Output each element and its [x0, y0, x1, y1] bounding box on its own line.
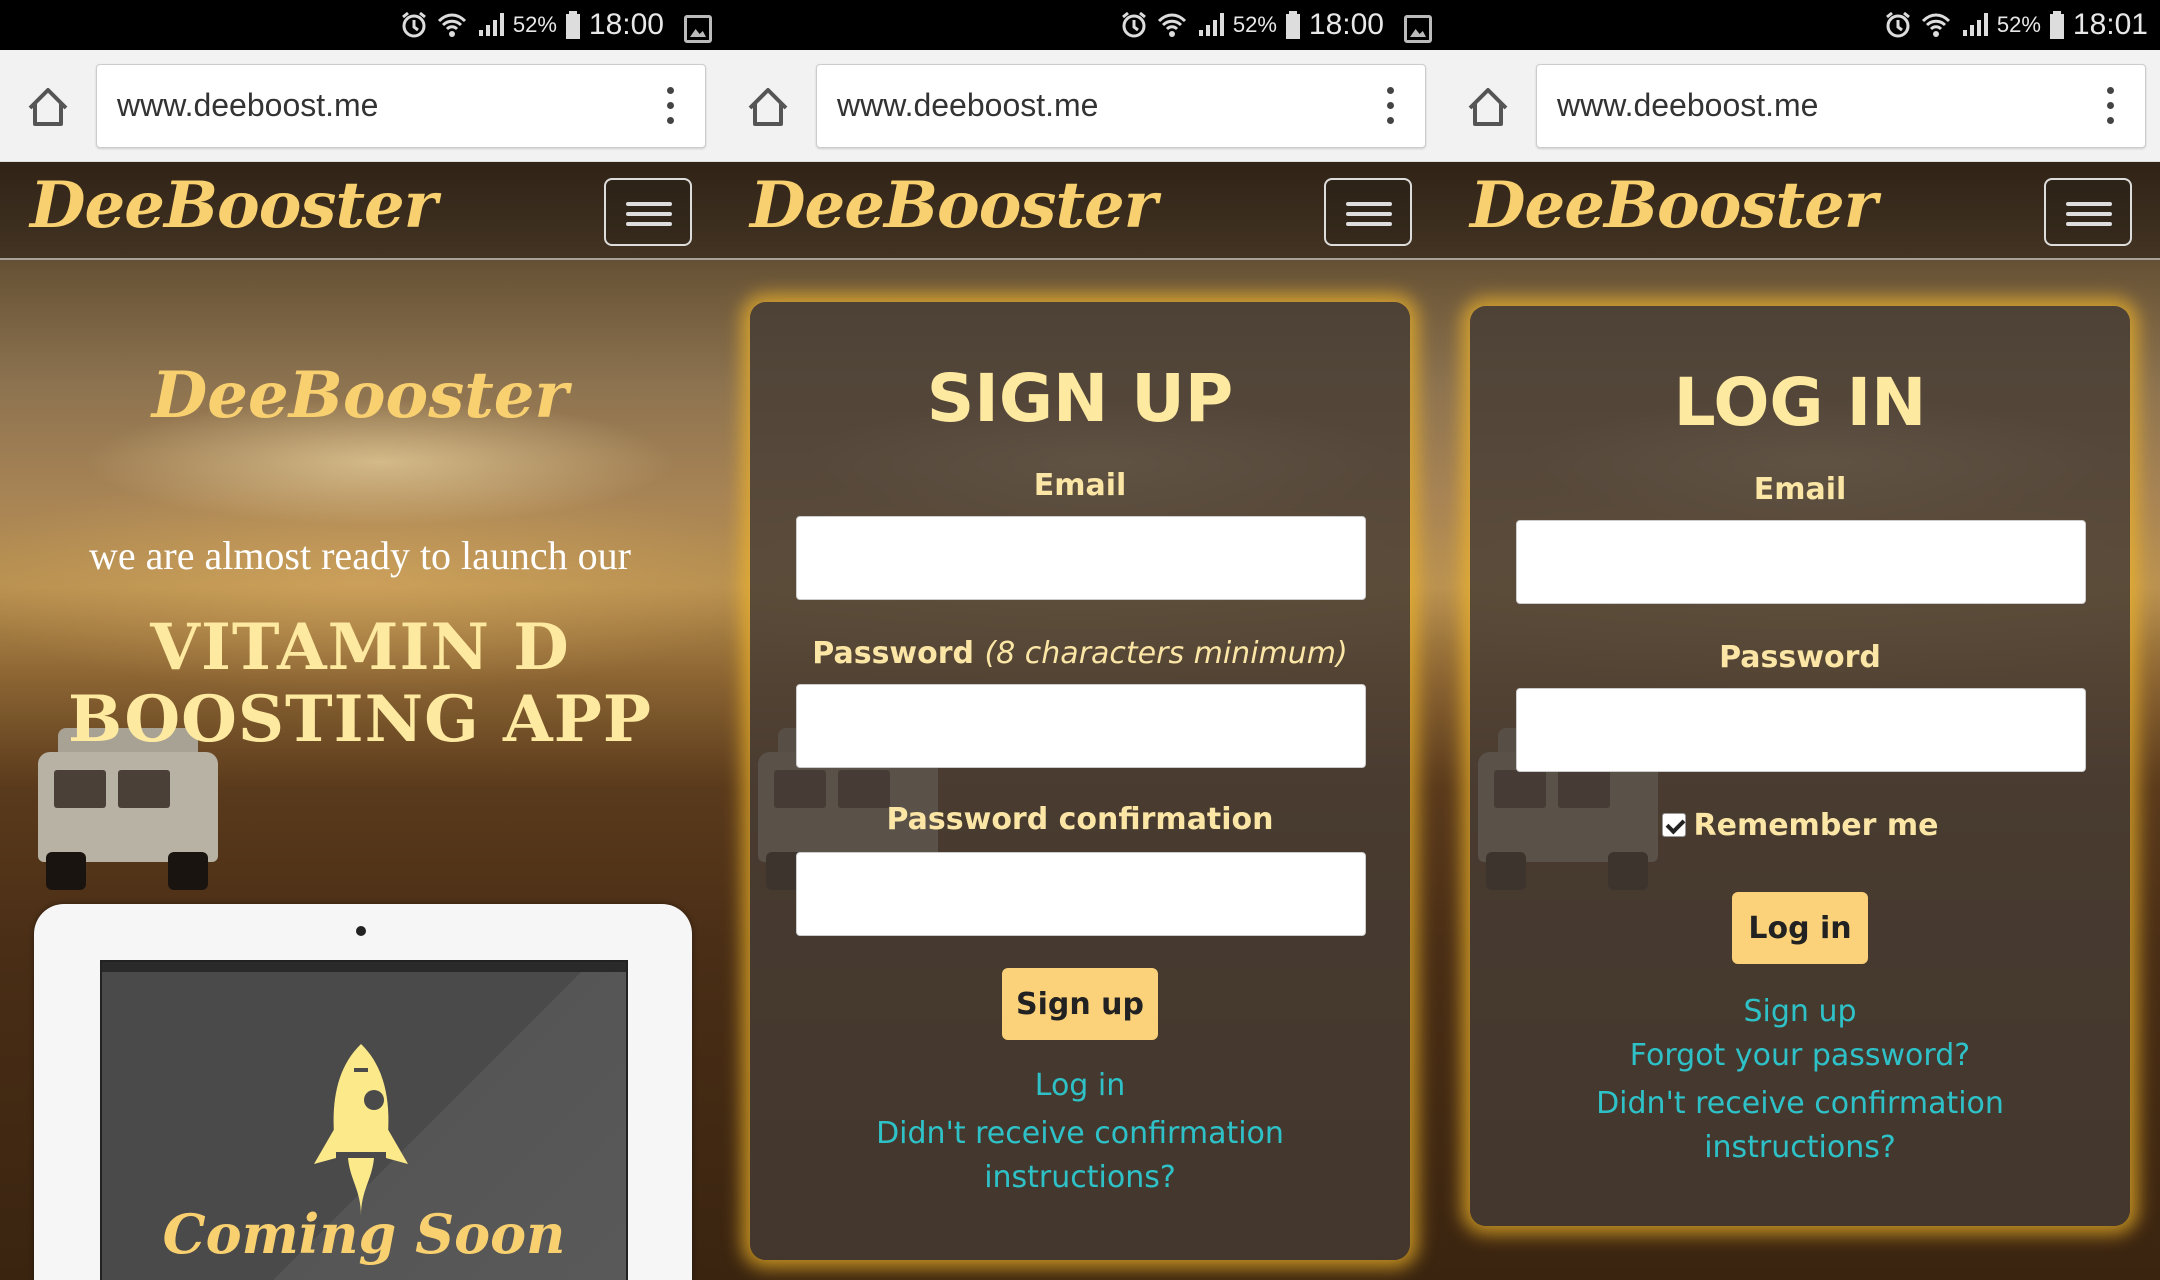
wifi-icon	[1921, 13, 1950, 37]
browser-toolbar: www.deeboost.me	[1440, 50, 2160, 162]
navbar: DeeBooster	[720, 162, 1440, 260]
gallery-notification	[672, 5, 712, 45]
gallery-icon	[684, 15, 712, 43]
battery-icon	[565, 11, 580, 39]
tablet-mockup: Coming Soon	[34, 904, 692, 1280]
login-title: LOG IN	[1673, 364, 1927, 441]
battery-percent: 52%	[1996, 12, 2041, 37]
signup-link[interactable]: Sign up	[1470, 994, 2130, 1029]
web-page: DeeBooster DeeBooster we are almost read…	[0, 162, 720, 1280]
gallery-notification	[1392, 5, 1432, 45]
web-page: DeeBooster SIGN UP Email Password (8 cha…	[720, 162, 1440, 1280]
brand-logo[interactable]: DeeBooster	[30, 168, 437, 243]
status-bar: 52% 18:01	[1440, 0, 2160, 50]
url-field[interactable]: www.deeboost.me	[816, 64, 1426, 148]
confirmation-link-line-2: instructions?	[1704, 1130, 1896, 1165]
overflow-menu-icon[interactable]	[1387, 87, 1395, 127]
hero-logo: DeeBooster	[151, 358, 569, 433]
web-page: DeeBooster LOG IN Email Password Remembe…	[1440, 162, 2160, 1280]
coming-soon-text: Coming Soon	[162, 1202, 566, 1266]
clock: 18:00	[1308, 8, 1384, 41]
confirmation-link-line-1: Didn't receive confirmation	[1596, 1086, 2004, 1121]
brand-logo[interactable]: DeeBooster	[1470, 168, 1877, 243]
password-input[interactable]	[1516, 688, 2086, 772]
tablet-camera	[356, 926, 366, 936]
hamburger-menu-icon[interactable]	[2044, 178, 2132, 246]
url-text: www.deeboost.me	[837, 87, 1099, 123]
wifi-icon	[1157, 13, 1186, 37]
remember-me-label: Remember me	[1693, 808, 1939, 843]
confirmation-link-line-1: Didn't receive confirmation	[876, 1116, 1284, 1151]
remember-me-checkbox[interactable]	[1661, 813, 1686, 837]
signal-icon	[1198, 13, 1224, 36]
hamburger-menu-icon[interactable]	[604, 178, 692, 246]
battery-icon	[1285, 11, 1300, 39]
rocket-icon	[314, 1044, 408, 1216]
password-input[interactable]	[796, 684, 1366, 768]
hero-title: VITAMIN D BOOSTING APP	[40, 612, 680, 756]
confirmation-instructions-link[interactable]: Didn't receive confirmation instructions…	[750, 1112, 1410, 1200]
login-screen: 52% 18:01 www.deeboost.me DeeBooster LOG…	[1440, 0, 2160, 1280]
hamburger-menu-icon[interactable]	[1324, 178, 1412, 246]
hero-title-line-2: BOOSTING APP	[68, 682, 652, 757]
email-label: Email	[1033, 468, 1127, 503]
alarm-icon	[1121, 11, 1146, 38]
login-link[interactable]: Log in	[750, 1068, 1410, 1103]
clock: 18:00	[588, 8, 664, 41]
clock: 18:01	[2072, 8, 2148, 41]
home-icon[interactable]	[746, 86, 790, 128]
hero-subtitle: we are almost ready to launch our	[88, 533, 631, 578]
brand-logo[interactable]: DeeBooster	[750, 168, 1157, 243]
url-field[interactable]: www.deeboost.me	[96, 64, 706, 148]
password-confirmation-input[interactable]	[796, 852, 1366, 936]
email-label: Email	[1753, 472, 1847, 507]
password-label-text: Password	[812, 636, 975, 671]
signal-icon	[1962, 13, 1988, 36]
signup-button[interactable]: Sign up	[1002, 968, 1158, 1040]
tablet-screen: Coming Soon	[100, 960, 628, 1280]
home-icon[interactable]	[26, 86, 70, 128]
battery-percent: 52%	[512, 12, 557, 37]
signup-screen: 52% 18:00 www.deeboost.me DeeBooster SIG…	[720, 0, 1440, 1280]
navbar: DeeBooster	[1440, 162, 2160, 260]
gallery-icon	[1404, 15, 1432, 43]
battery-icon	[2049, 11, 2064, 39]
landing-screen: 52% 18:00 www.deeboost.me DeeBooster Dee…	[0, 0, 720, 1280]
url-field[interactable]: www.deeboost.me	[1536, 64, 2146, 148]
hero-title-line-1: VITAMIN D	[150, 610, 570, 685]
status-bar: 52% 18:00	[0, 0, 720, 50]
status-bar: 52% 18:00	[720, 0, 1440, 50]
password-label: Password	[1719, 640, 1881, 675]
signup-title: SIGN UP	[926, 360, 1234, 437]
home-icon[interactable]	[1466, 86, 1510, 128]
login-card: LOG IN Email Password Remember me Log in…	[1470, 306, 2130, 1226]
password-hint: (8 characters minimum)	[984, 636, 1348, 671]
email-input[interactable]	[1516, 520, 2086, 604]
overflow-menu-icon[interactable]	[667, 87, 675, 127]
email-input[interactable]	[796, 516, 1366, 600]
alarm-icon	[1885, 11, 1910, 38]
confirmation-link-line-2: instructions?	[984, 1160, 1176, 1195]
wifi-icon	[437, 13, 466, 37]
confirmation-instructions-link[interactable]: Didn't receive confirmation instructions…	[1470, 1082, 2130, 1170]
browser-toolbar: www.deeboost.me	[0, 50, 720, 162]
alarm-icon	[401, 11, 426, 38]
navbar: DeeBooster	[0, 162, 720, 260]
signup-card: SIGN UP Email Password (8 characters min…	[750, 302, 1410, 1260]
password-label: Password (8 characters minimum)	[750, 636, 1410, 671]
password-confirmation-label: Password confirmation	[886, 802, 1274, 837]
remember-me[interactable]: Remember me	[1470, 808, 2130, 843]
browser-toolbar: www.deeboost.me	[720, 50, 1440, 162]
battery-percent: 52%	[1232, 12, 1277, 37]
forgot-password-link[interactable]: Forgot your password?	[1470, 1038, 2130, 1073]
url-text: www.deeboost.me	[1557, 87, 1819, 123]
signal-icon	[478, 13, 504, 36]
overflow-menu-icon[interactable]	[2107, 87, 2115, 127]
url-text: www.deeboost.me	[117, 87, 379, 123]
login-button[interactable]: Log in	[1732, 892, 1868, 964]
